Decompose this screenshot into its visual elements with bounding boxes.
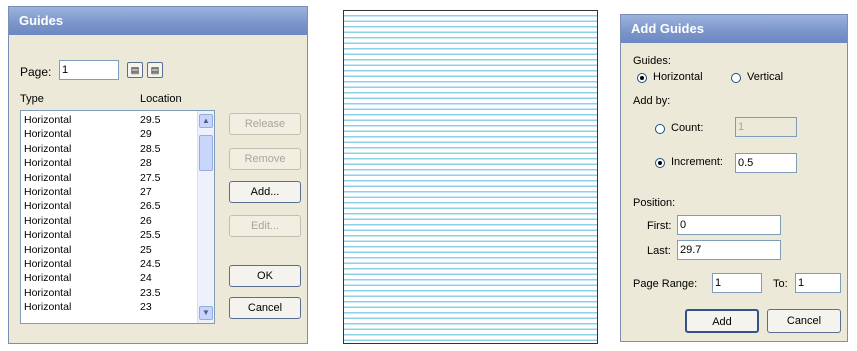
page-label: Page: <box>20 65 52 79</box>
add-guides-cancel-button[interactable]: Cancel <box>767 309 841 333</box>
guides-dialog: Guides Page: 1 ▤ ▤ Type Location Horizon… <box>8 6 308 344</box>
list-item-type[interactable]: Horizontal <box>24 230 71 241</box>
page-range-to-input[interactable]: 1 <box>795 273 841 293</box>
to-label: To: <box>773 278 788 290</box>
list-item-type[interactable]: Horizontal <box>24 187 71 198</box>
cancel-button[interactable]: Cancel <box>229 297 301 319</box>
vertical-label[interactable]: Vertical <box>747 71 783 83</box>
add-guides-dialog: Add Guides Guides: Horizontal Vertical A… <box>620 14 848 342</box>
list-item-location[interactable]: 27 <box>140 187 152 198</box>
guides-list[interactable]: Horizontal 29.5 Horizontal 29 Horizontal 28.5… <box>20 110 215 324</box>
add-button[interactable]: Add... <box>229 181 301 203</box>
list-item-type[interactable]: Horizontal <box>24 302 71 313</box>
list-item-location[interactable]: 24.5 <box>140 259 160 270</box>
list-item-location[interactable]: 25.5 <box>140 230 160 241</box>
list-item-type[interactable]: Horizontal <box>24 287 71 299</box>
scroll-thumb[interactable] <box>199 135 213 171</box>
guides-group-label: Guides: <box>633 55 671 67</box>
list-item-type[interactable]: Horizontal <box>24 115 71 126</box>
list-item-location[interactable]: 29.5 <box>140 115 160 126</box>
list-item-type[interactable]: Horizontal <box>24 215 71 227</box>
first-input[interactable]: 0 <box>677 215 781 235</box>
list-item-type[interactable]: Horizontal <box>24 201 71 212</box>
list-scrollbar[interactable]: ▲ ▼ <box>197 111 214 323</box>
scroll-down-icon[interactable]: ▼ <box>199 306 213 320</box>
list-item-type[interactable]: Horizontal <box>24 129 71 140</box>
page-range-from-input[interactable]: 1 <box>712 273 762 293</box>
add-guides-title: Add Guides <box>631 21 704 36</box>
add-by-label: Add by: <box>633 95 671 107</box>
list-item-type[interactable]: Horizontal <box>24 158 71 169</box>
page-range-label: Page Range: <box>633 278 698 290</box>
page-preview <box>343 10 598 344</box>
list-item-location[interactable]: 28 <box>140 158 152 169</box>
column-header-type: Type <box>20 93 44 105</box>
remove-button[interactable]: Remove <box>229 148 301 170</box>
column-header-location: Location <box>140 93 182 105</box>
edit-button[interactable]: Edit... <box>229 215 301 237</box>
count-input[interactable]: 1 <box>735 117 797 137</box>
list-item-type[interactable]: Horizontal <box>24 273 71 284</box>
last-input[interactable]: 29.7 <box>677 240 781 260</box>
list-item-location[interactable]: 27.5 <box>140 172 160 184</box>
add-guides-add-button[interactable]: Add <box>685 309 759 333</box>
list-item-location[interactable]: 26 <box>140 215 152 227</box>
release-button[interactable]: Release <box>229 113 301 135</box>
count-label[interactable]: Count: <box>671 122 703 134</box>
list-item-location[interactable]: 29 <box>140 129 152 140</box>
list-item-type[interactable]: Horizontal <box>24 172 71 184</box>
list-item-location[interactable]: 28.5 <box>140 143 160 155</box>
list-item-location[interactable]: 23 <box>140 302 152 313</box>
guides-title-bar[interactable]: Guides <box>9 7 307 35</box>
increment-label[interactable]: Increment: <box>671 156 723 168</box>
first-label: First: <box>647 220 672 232</box>
page-input[interactable]: 1 <box>59 60 119 80</box>
list-item-location[interactable]: 23.5 <box>140 287 160 299</box>
horizontal-label[interactable]: Horizontal <box>653 71 703 83</box>
list-item-location[interactable]: 24 <box>140 273 152 284</box>
next-page-icon[interactable]: ▤ <box>147 62 163 78</box>
horizontal-radio[interactable] <box>637 73 647 83</box>
list-item-type[interactable]: Horizontal <box>24 244 71 256</box>
scroll-up-icon[interactable]: ▲ <box>199 114 213 128</box>
count-radio[interactable] <box>655 124 665 134</box>
previous-page-icon[interactable]: ▤ <box>127 62 143 78</box>
list-item-location[interactable]: 25 <box>140 244 152 256</box>
list-item-location[interactable]: 26.5 <box>140 201 160 212</box>
list-item-type[interactable]: Horizontal <box>24 259 71 270</box>
position-label: Position: <box>633 197 676 209</box>
guides-title: Guides <box>19 13 64 28</box>
increment-radio[interactable] <box>655 158 665 168</box>
increment-input[interactable]: 0.5 <box>735 153 797 173</box>
add-guides-title-bar[interactable]: Add Guides <box>621 15 847 43</box>
ok-button[interactable]: OK <box>229 265 301 287</box>
vertical-radio[interactable] <box>731 73 741 83</box>
last-label: Last: <box>647 245 671 257</box>
list-item-type[interactable]: Horizontal <box>24 143 71 155</box>
